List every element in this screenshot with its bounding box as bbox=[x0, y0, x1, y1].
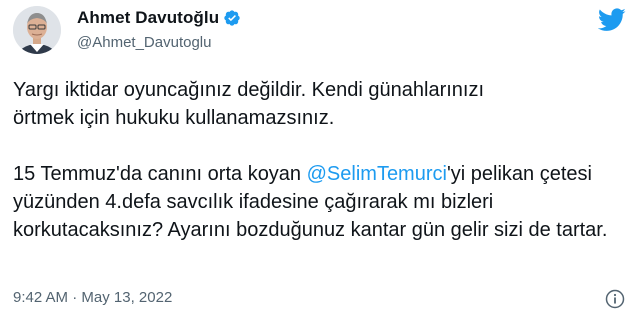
tweet-timestamp[interactable]: 9:42 AM · May 13, 2022 bbox=[13, 289, 172, 306]
verified-badge-icon bbox=[223, 9, 241, 27]
meta-separator: · bbox=[68, 289, 82, 306]
twitter-bird-icon[interactable] bbox=[597, 8, 626, 32]
tweet-date: May 13, 2022 bbox=[81, 289, 173, 306]
tweet-card: Ahmet Davutoğlu @Ahmet_Davutoglu Yargı i… bbox=[0, 0, 640, 320]
tweet-text-segment: 15 Temmuz'da canını orta koyan bbox=[13, 163, 307, 185]
avatar[interactable] bbox=[13, 6, 61, 54]
tweet-paragraph-2: 15 Temmuz'da canını orta koyan @SelimTem… bbox=[13, 160, 628, 244]
author-name-row: Ahmet Davutoğlu bbox=[77, 8, 241, 28]
tweet-line: örtmek için hukuku kullanamazsınız. bbox=[13, 107, 335, 129]
author-handle[interactable]: @Ahmet_Davutoglu bbox=[77, 34, 211, 51]
info-icon[interactable] bbox=[605, 289, 625, 309]
mention-link[interactable]: @SelimTemurci bbox=[307, 163, 447, 185]
avatar-image bbox=[13, 6, 61, 54]
tweet-text: Yargı iktidar oyuncağınız değildir. Kend… bbox=[13, 76, 628, 244]
tweet-line: Yargı iktidar oyuncağınız değildir. Kend… bbox=[13, 79, 485, 101]
tweet-time: 9:42 AM bbox=[13, 289, 69, 306]
author-display-name[interactable]: Ahmet Davutoğlu bbox=[77, 8, 219, 28]
tweet-paragraph-1: Yargı iktidar oyuncağınız değildir. Kend… bbox=[13, 76, 628, 132]
